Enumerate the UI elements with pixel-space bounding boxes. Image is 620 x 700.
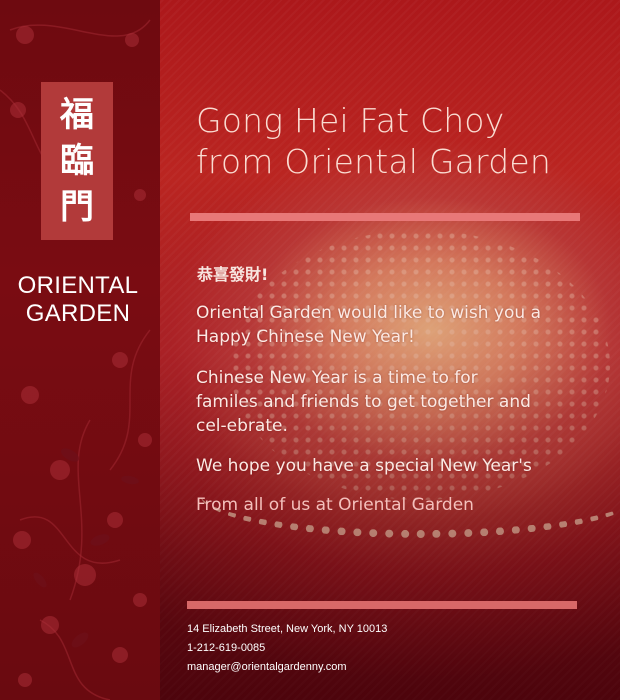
divider-bar <box>187 601 577 609</box>
email-canvas: 福 臨 門 ORIENTAL GARDEN Gong Hei Fat Choy … <box>0 0 620 700</box>
address-text: 14 Elizabeth Street, New York, NY 10013 <box>187 623 388 635</box>
seal-char: 臨 <box>60 141 94 181</box>
chinese-greeting: 恭喜發財! <box>197 265 269 284</box>
logo-seal: 福 臨 門 <box>41 82 113 240</box>
seal-char: 福 <box>60 95 94 135</box>
brand-line: GARDEN <box>25 300 131 327</box>
title-line: Gong Hei Fat Choy <box>196 101 505 140</box>
greeting-paragraph: Chinese New Year is a time to for famile… <box>196 368 531 436</box>
brand-name: ORIENTAL GARDEN <box>0 272 156 328</box>
page-title: Gong Hei Fat Choy from Oriental Garden <box>196 100 596 182</box>
phone-text[interactable]: 1-212-619-0085 <box>187 641 265 655</box>
signoff-text: From all of us at Oriental Garden <box>196 495 474 515</box>
sidebar: 福 臨 門 ORIENTAL GARDEN <box>0 0 160 700</box>
greeting-paragraph: We hope you have a special New Year's <box>196 456 532 476</box>
greeting-paragraph: Oriental Garden would like to wish you a… <box>196 303 541 347</box>
email-link[interactable]: manager@orientalgardenny.com <box>187 660 347 674</box>
brand-line: ORIENTAL <box>17 272 139 299</box>
divider-bar <box>190 213 580 221</box>
seal-char: 門 <box>60 187 94 227</box>
title-line: from Oriental Garden <box>196 142 551 181</box>
